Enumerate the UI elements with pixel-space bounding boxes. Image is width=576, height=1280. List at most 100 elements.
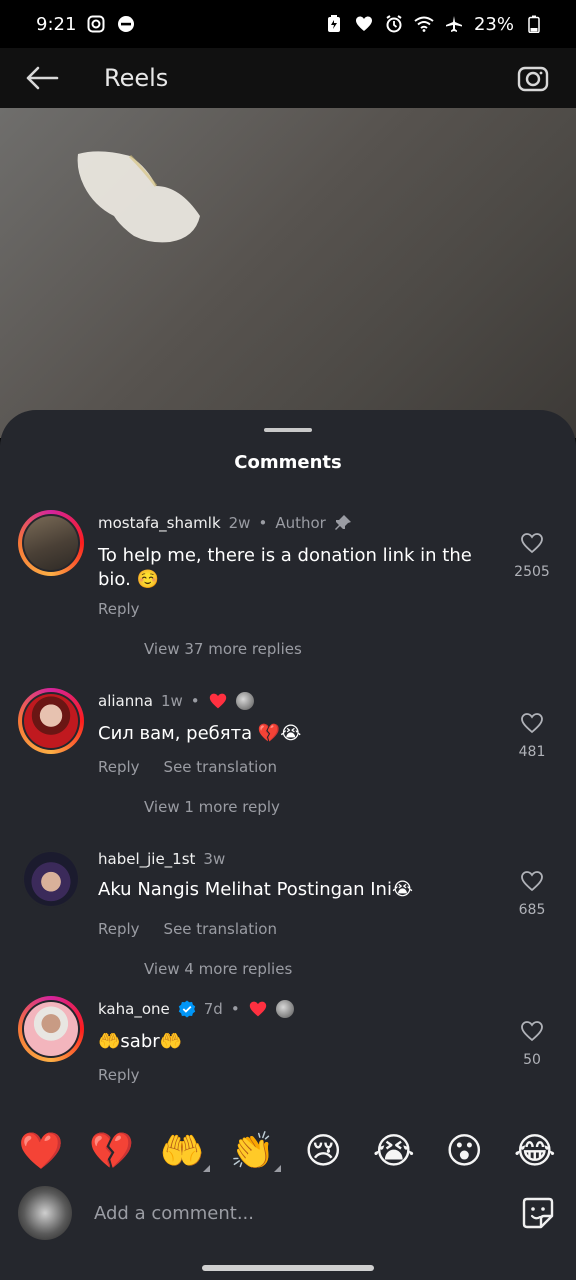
status-right: 23% [324,14,544,35]
emoji-palms-up[interactable]: 🤲 [152,1130,212,1172]
dnd-icon [116,14,136,34]
comment-composer [0,1182,576,1244]
comment-text: 🤲sabr🤲 [98,1031,183,1052]
like-control: 685 [512,870,552,918]
avatar-image [24,852,78,906]
avatar-image [24,1002,78,1056]
separator-dot: • [190,692,200,710]
like-heart-icon[interactable] [520,870,544,892]
battery-icon [524,14,544,34]
reel-video[interactable] [0,108,576,438]
screen: 9:21 23% Reels Comments mostafa_shamlk 2… [0,0,576,1280]
avatar[interactable] [18,996,84,1062]
reply-button[interactable]: Reply [98,600,140,618]
airplane-icon [444,14,464,34]
emoji-reaction-bar: ❤️ 💔 🤲 👏 😢 😭 😮 😂 [0,1120,576,1182]
author-mini-avatar [275,1000,294,1018]
view-replies-button[interactable]: View 37 more replies [144,640,302,658]
gesture-nav-bar[interactable] [202,1265,374,1271]
like-heart-icon[interactable] [520,712,544,734]
like-control: 481 [512,712,552,760]
avatar-inner [22,850,80,908]
avatar-inner [22,692,80,750]
skin-tone-indicator [203,1165,211,1172]
author-liked-heart-icon [248,1000,268,1018]
comment-time: 1w [160,692,183,710]
see-translation-button[interactable]: See translation [164,920,277,938]
skin-tone-indicator [273,1165,281,1172]
status-time: 9:21 [36,13,77,35]
avatar-image [24,516,78,570]
sheet-title: Comments [234,452,342,473]
comment-header: mostafa_shamlk 2w • Author [98,514,352,532]
sticker-button[interactable] [518,1193,558,1233]
reels-header: Reels [0,48,576,108]
back-button[interactable] [20,56,64,100]
like-heart-icon[interactable] [520,1020,544,1042]
status-bar: 9:21 23% [0,0,576,48]
comment-header: alianna 1w • [98,692,254,710]
comment-username[interactable]: mostafa_shamlk [98,514,221,532]
emoji-crying[interactable]: 😢 [293,1131,353,1172]
drag-handle[interactable] [264,428,312,432]
heart-icon [354,14,374,34]
comment-username[interactable]: kaha_one [98,1000,170,1018]
sticker-icon [522,1197,554,1229]
author-label: Author [275,514,326,532]
comment-text: Сил вам, ребята 💔😭 [98,723,302,744]
comment-header: habel_jie_1st 3w [98,850,225,868]
alarm-icon [384,14,404,34]
video-light-spot [77,151,200,243]
view-replies-button[interactable]: View 1 more reply [144,798,280,816]
comment-text: Aku Nangis Melihat Postingan Ini😭 [98,879,413,900]
comment-username[interactable]: alianna [98,692,153,710]
avatar[interactable] [18,510,84,576]
status-left: 9:21 [36,14,136,35]
my-avatar [18,1186,72,1240]
emoji-surprised[interactable]: 😮 [434,1131,494,1172]
camera-button[interactable] [512,56,556,100]
comment-username[interactable]: habel_jie_1st [98,850,195,868]
like-control: 50 [512,1020,552,1068]
see-translation-button[interactable]: See translation [164,758,277,776]
like-count: 685 [518,902,546,918]
emoji-clapping-glyph: 👏 [230,1131,276,1172]
avatar-inner [22,1000,80,1058]
emoji-palms-up-glyph: 🤲 [159,1131,205,1172]
emoji-clapping[interactable]: 👏 [223,1130,283,1172]
page-title: Reels [104,64,169,92]
separator-dot: • [258,514,268,532]
separator-dot: • [230,1000,240,1018]
battery-saver-icon [324,14,344,34]
comment-actions: Reply See translation [98,758,277,776]
like-heart-icon[interactable] [520,532,544,554]
reply-button[interactable]: Reply [98,920,140,938]
comment-actions: Reply [98,1066,140,1084]
battery-percent: 23% [473,13,514,35]
like-control: 2505 [512,532,552,580]
view-replies-button[interactable]: View 4 more replies [144,960,292,978]
like-count: 50 [523,1052,541,1068]
comment-time: 2w [228,514,251,532]
emoji-broken-heart[interactable]: 💔 [82,1130,142,1172]
emoji-laughing[interactable]: 😂 [505,1131,565,1172]
camera-icon [517,66,549,92]
like-count: 2505 [514,564,550,580]
avatar-image [24,694,78,748]
comment-time: 3w [203,850,226,868]
avatar-inner [22,514,80,572]
comment-actions: Reply [98,600,140,618]
author-mini-avatar [235,692,254,710]
comment-input[interactable] [92,1201,518,1225]
pin-icon [334,515,351,530]
instagram-icon [86,14,106,34]
emoji-sobbing[interactable]: 😭 [364,1131,424,1172]
reply-button[interactable]: Reply [98,758,140,776]
comment-actions: Reply See translation [98,920,277,938]
reply-button[interactable]: Reply [98,1066,140,1084]
avatar[interactable] [18,688,84,754]
emoji-heart[interactable]: ❤️ [11,1130,71,1172]
avatar[interactable] [18,846,84,912]
verified-badge-icon [178,1000,195,1018]
comment-time: 7d [203,1000,223,1018]
